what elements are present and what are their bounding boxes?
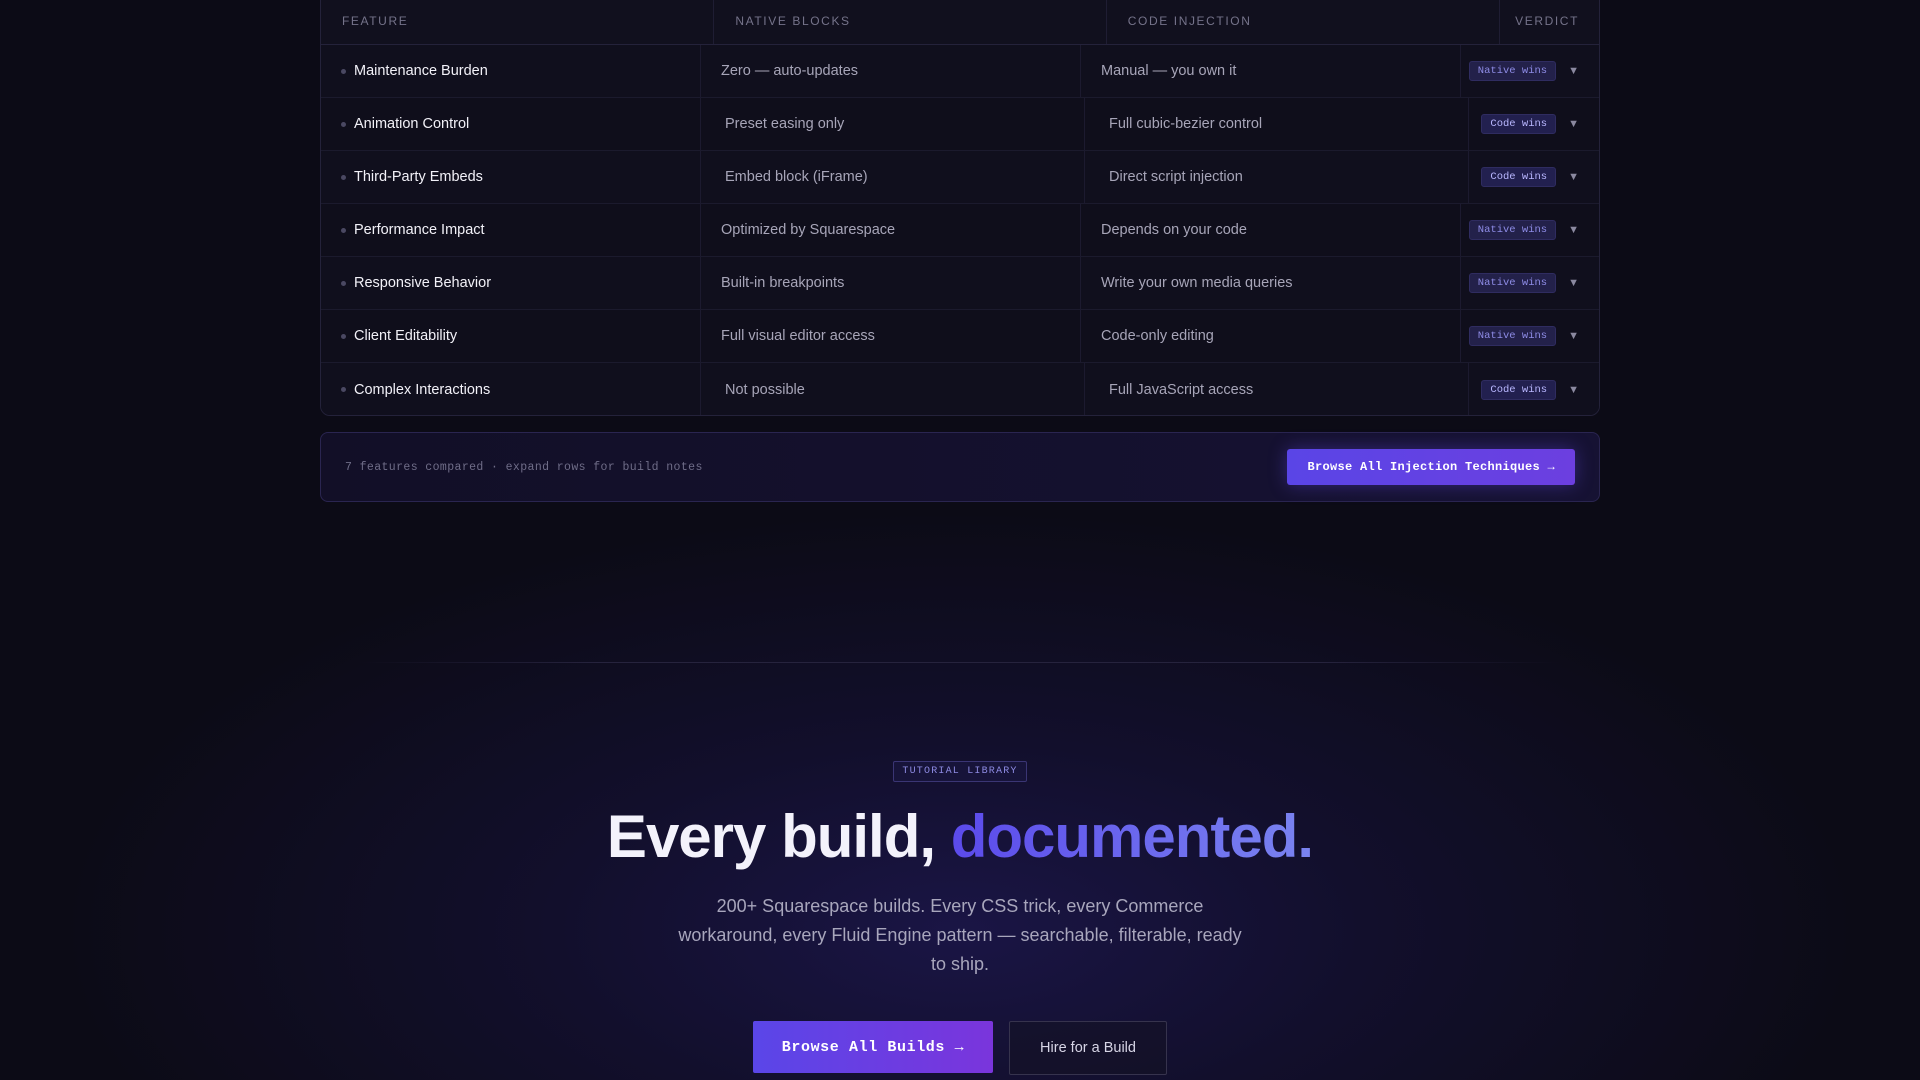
- feature-name: Responsive Behavior: [354, 275, 492, 291]
- bullet-icon: [341, 280, 346, 286]
- header-code-injection: CODE INJECTION: [1107, 0, 1501, 44]
- verdict-cell: Code wins ▼: [1469, 151, 1599, 203]
- table-row[interactable]: Complex Interactions Not possible Full J…: [321, 363, 1599, 415]
- code-cell: Direct script injection: [1085, 151, 1469, 203]
- native-cell: Full visual editor access: [701, 310, 1081, 362]
- native-cell: Not possible: [701, 363, 1085, 415]
- page: FEATURE NATIVE BLOCKS CODE INJECTION VER…: [0, 0, 1920, 1080]
- browse-all-builds-button[interactable]: Browse All Builds →: [753, 1021, 993, 1073]
- feature-cell: Performance Impact: [321, 204, 701, 256]
- verdict-cell: Native wins ▼: [1461, 45, 1599, 97]
- verdict-badge: Native wins: [1468, 61, 1557, 81]
- table-row[interactable]: Maintenance Burden Zero — auto-updates M…: [321, 45, 1599, 98]
- table-row[interactable]: Third-Party Embeds Embed block (iFrame) …: [321, 151, 1599, 204]
- feature-cell: Animation Control: [321, 98, 701, 150]
- code-cell: Full JavaScript access: [1085, 363, 1469, 415]
- chevron-down-icon[interactable]: ▼: [1568, 277, 1579, 289]
- feature-name: Complex Interactions: [354, 381, 491, 398]
- verdict-cell: Native wins ▼: [1461, 204, 1599, 256]
- native-cell: Optimized by Squarespace: [701, 204, 1081, 256]
- table-row[interactable]: Performance Impact Optimized by Squaresp…: [321, 204, 1599, 257]
- feature-cell: Responsive Behavior: [321, 257, 701, 309]
- table-footer: 7 features compared · expand rows for bu…: [320, 432, 1600, 502]
- section-divider: [360, 662, 1560, 663]
- chevron-down-icon[interactable]: ▼: [1568, 384, 1579, 396]
- header-native-blocks: NATIVE BLOCKS: [714, 0, 1107, 44]
- chevron-down-icon[interactable]: ▼: [1568, 118, 1579, 130]
- verdict-cell: Code wins ▼: [1469, 363, 1599, 415]
- bullet-icon: [341, 227, 346, 233]
- code-cell: Manual — you own it: [1081, 45, 1461, 97]
- verdict-cell: Native wins ▼: [1461, 310, 1599, 362]
- native-cell: Preset easing only: [701, 98, 1085, 150]
- table-header: FEATURE NATIVE BLOCKS CODE INJECTION VER…: [321, 0, 1599, 45]
- verdict-badge: Code wins: [1481, 167, 1557, 187]
- feature-name: Maintenance Burden: [354, 63, 488, 79]
- header-feature: FEATURE: [321, 0, 715, 44]
- native-cell: Built-in breakpoints: [701, 257, 1081, 309]
- code-cell: Full cubic-bezier control: [1085, 98, 1469, 150]
- features-compared-note: 7 features compared · expand rows for bu…: [345, 460, 703, 474]
- feature-cell: Maintenance Burden: [321, 45, 701, 97]
- hero-subtitle: 200+ Squarespace builds. Every CSS trick…: [678, 896, 1242, 974]
- hero-title: Every build, documented.: [0, 804, 1920, 870]
- hero-cta-group: Browse All Builds → Hire for a Build: [0, 1021, 1920, 1075]
- hero-section: TUTORIAL LIBRARY Every build, documented…: [0, 760, 1920, 1075]
- hero-title-accent: documented.: [950, 803, 1314, 870]
- native-cell: Zero — auto-updates: [701, 45, 1081, 97]
- verdict-cell: Code wins ▼: [1469, 98, 1599, 150]
- table-row[interactable]: Responsive Behavior Built-in breakpoints…: [321, 257, 1599, 310]
- code-cell: Code-only editing: [1081, 310, 1461, 362]
- feature-cell: Client Editability: [321, 310, 701, 362]
- chevron-down-icon[interactable]: ▼: [1568, 171, 1579, 183]
- hire-for-build-button[interactable]: Hire for a Build: [1009, 1021, 1167, 1075]
- bullet-icon: [341, 174, 346, 180]
- feature-name: Third-Party Embeds: [354, 169, 483, 185]
- chevron-down-icon[interactable]: ▼: [1568, 330, 1579, 342]
- feature-cell: Complex Interactions: [321, 363, 701, 415]
- bullet-icon: [341, 333, 346, 339]
- browse-injection-techniques-button[interactable]: Browse All Injection Techniques →: [1287, 449, 1575, 485]
- bullet-icon: [341, 68, 346, 74]
- feature-name: Performance Impact: [354, 222, 485, 238]
- feature-name: Client Editability: [354, 328, 458, 344]
- chevron-down-icon[interactable]: ▼: [1568, 224, 1579, 236]
- verdict-badge: Native wins: [1468, 326, 1557, 346]
- verdict-badge: Code wins: [1481, 379, 1557, 400]
- bullet-icon: [341, 387, 346, 392]
- header-verdict: VERDICT: [1515, 13, 1579, 28]
- table-row[interactable]: Animation Control Preset easing only Ful…: [321, 98, 1599, 151]
- verdict-cell: Native wins ▼: [1461, 257, 1599, 309]
- bullet-icon: [341, 121, 346, 127]
- verdict-badge: Code wins: [1481, 114, 1557, 134]
- code-cell: Write your own media queries: [1081, 257, 1461, 309]
- feature-name: Animation Control: [354, 116, 470, 132]
- code-cell: Depends on your code: [1081, 204, 1461, 256]
- feature-cell: Third-Party Embeds: [321, 151, 701, 203]
- comparison-table: FEATURE NATIVE BLOCKS CODE INJECTION VER…: [320, 0, 1600, 416]
- native-cell: Embed block (iFrame): [701, 151, 1085, 203]
- hero-title-main: Every build,: [606, 803, 951, 870]
- verdict-badge: Native wins: [1468, 220, 1557, 240]
- chevron-down-icon[interactable]: ▼: [1568, 65, 1579, 77]
- tutorial-library-tag: TUTORIAL LIBRARY: [893, 761, 1027, 782]
- verdict-badge: Native wins: [1468, 273, 1557, 293]
- table-row[interactable]: Client Editability Full visual editor ac…: [321, 310, 1599, 363]
